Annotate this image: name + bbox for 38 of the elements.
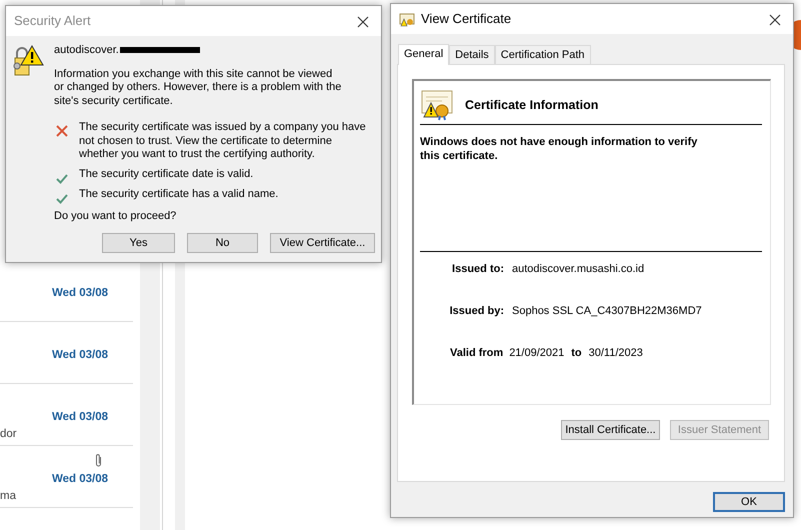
field-label: to <box>571 346 582 361</box>
close-icon <box>769 14 781 26</box>
check-text: The security certificate was issued by a company you have not chosen to trust. View the certificate to determine whether you want to trust the certifying authority. <box>79 121 367 162</box>
tab[interactable]: Certification Path <box>494 44 591 64</box>
alert-message: Information you exchange with this site cannot be viewed or changed by others. However, there is a problem with the site's security certificate. <box>54 68 342 108</box>
message-date: Wed 03/08 <box>52 410 108 425</box>
field-label: Valid from <box>450 346 504 361</box>
certificate-warning-icon <box>420 89 454 121</box>
message-date: Wed 03/08 <box>52 472 108 487</box>
field-value: 21/09/2021 <box>509 346 564 361</box>
field-value: autodiscover.musashi.co.id <box>512 262 644 277</box>
window-title: View Certificate <box>421 10 512 28</box>
dialog-button[interactable]: View Certificate... <box>270 233 375 253</box>
close-icon <box>357 16 369 28</box>
warning-text: Windows does not have enough information to verify this certificate. <box>420 135 698 164</box>
certificate-icon <box>399 12 415 26</box>
check-text: The security certificate has a valid name. <box>79 188 278 202</box>
dialog-button[interactable]: No <box>187 233 258 253</box>
field-label: Issued to: <box>451 262 505 277</box>
message-sender: dor <box>0 427 17 442</box>
section-heading: Certificate Information <box>465 96 598 114</box>
field-label: Issued by: <box>448 304 505 319</box>
host-name: autodiscover. <box>54 43 119 58</box>
check-text: The security certificate date is valid. <box>79 168 254 182</box>
warning-lock-icon <box>12 44 44 78</box>
message-date: Wed 03/08 <box>52 348 108 363</box>
field-value: 30/11/2023 <box>588 346 643 361</box>
field-value: Sophos SSL CA_C4307BH22M36MD7 <box>512 304 702 319</box>
tab[interactable]: Details <box>449 44 495 64</box>
message-sender: ma <box>0 489 16 504</box>
ok-button[interactable]: OK <box>713 492 785 512</box>
message-date: Wed 03/08 <box>52 286 108 301</box>
dialog-button[interactable]: Install Certificate... <box>561 420 660 440</box>
window-title: Security Alert <box>14 12 91 30</box>
dialog-button[interactable]: Yes <box>102 233 175 253</box>
error-cross-icon <box>56 123 68 135</box>
tab[interactable]: General <box>398 44 450 65</box>
question-text: Do you want to proceed? <box>54 208 178 224</box>
